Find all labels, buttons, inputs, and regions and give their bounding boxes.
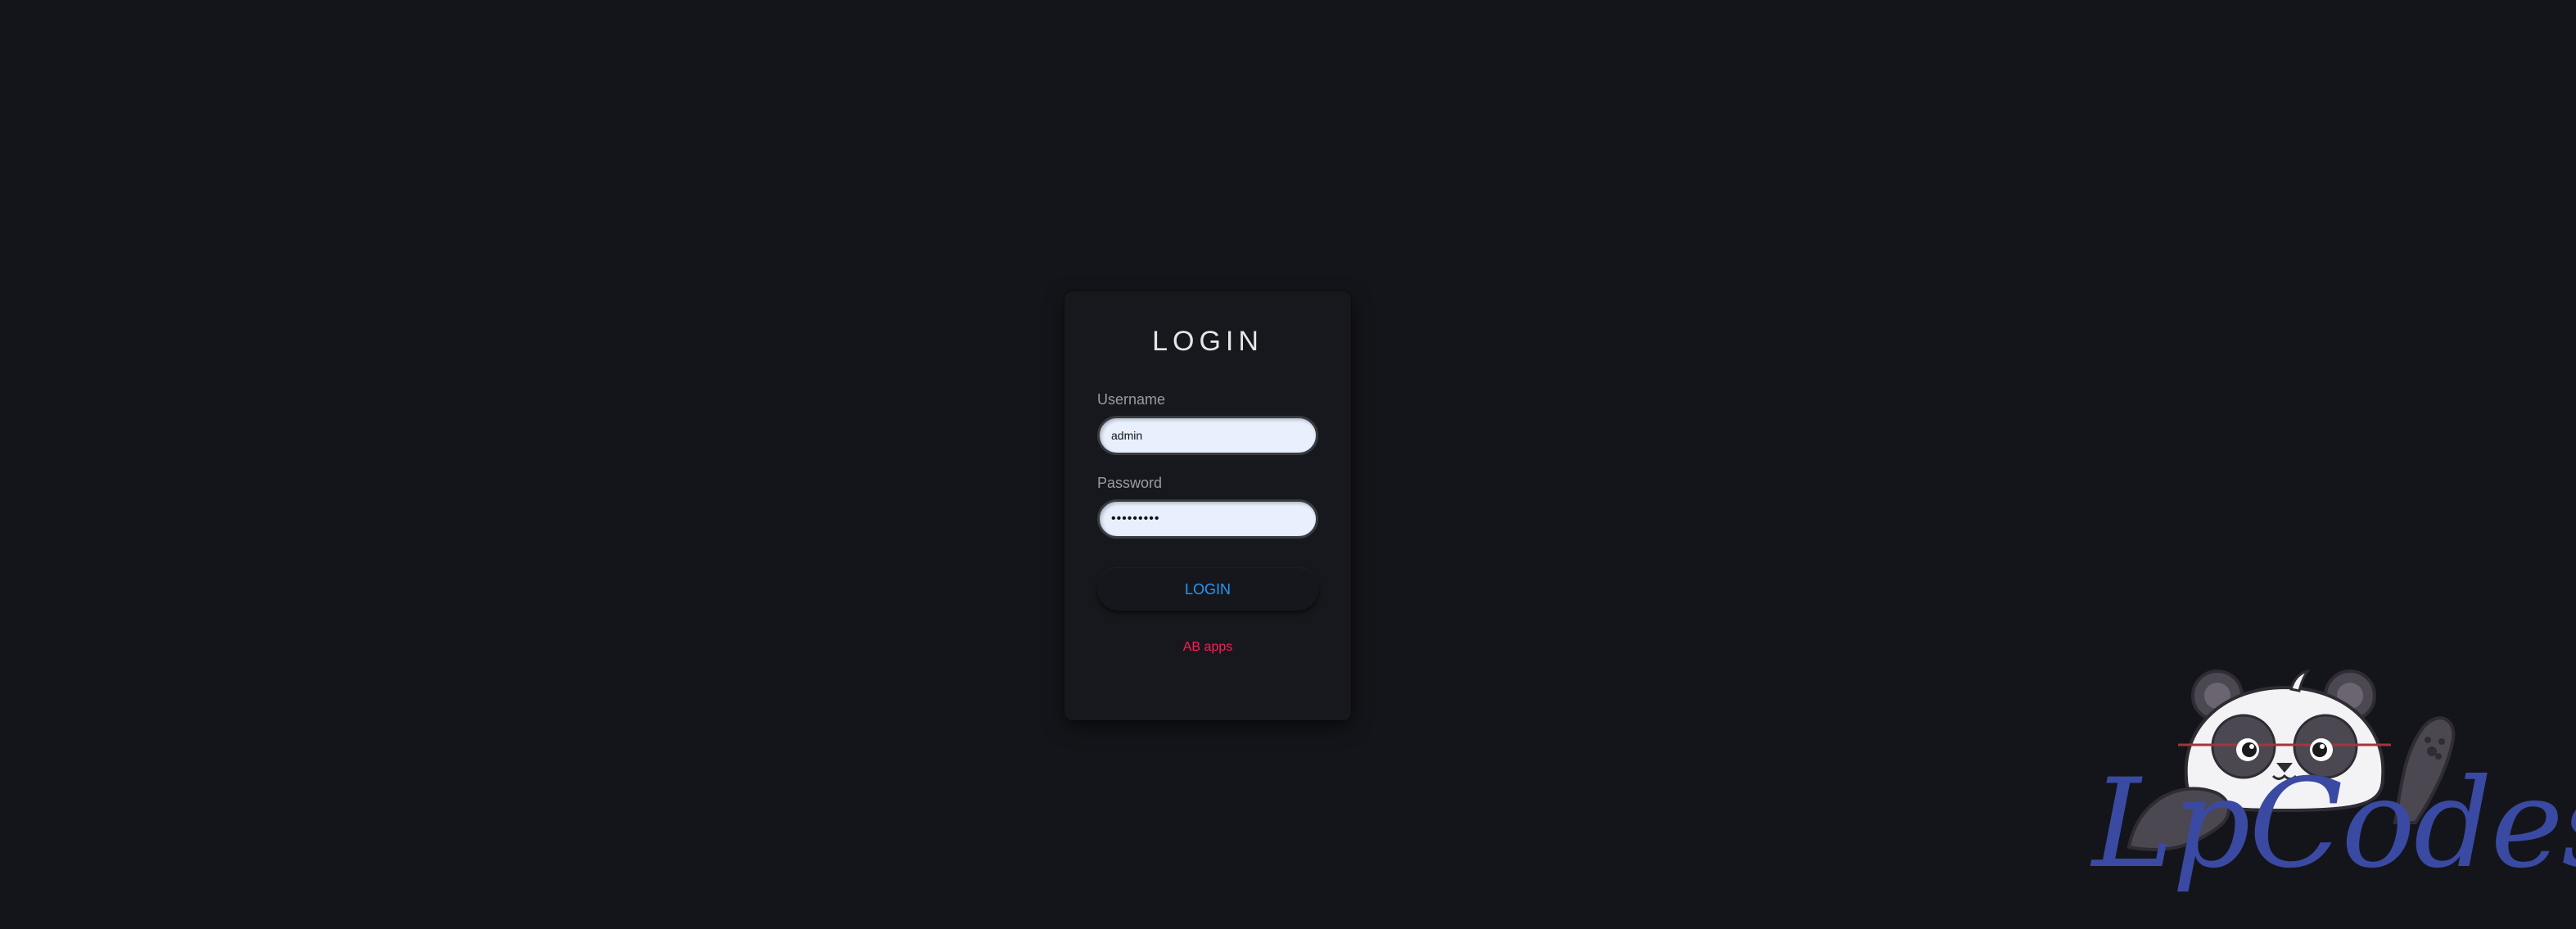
username-label: Username [1097, 391, 1166, 408]
login-card: LOGIN Username Password LOGIN AB apps [1064, 291, 1351, 720]
password-label: Password [1097, 475, 1163, 491]
login-title: LOGIN [1152, 326, 1263, 357]
ab-apps-link[interactable]: AB apps [1064, 640, 1351, 655]
login-button[interactable]: LOGIN [1097, 568, 1318, 611]
username-input[interactable] [1097, 416, 1318, 455]
password-input[interactable] [1097, 499, 1318, 539]
brand-logo-text: LpCodes [2092, 753, 2576, 895]
login-page: LOGIN Username Password LOGIN AB apps [0, 0, 2576, 929]
